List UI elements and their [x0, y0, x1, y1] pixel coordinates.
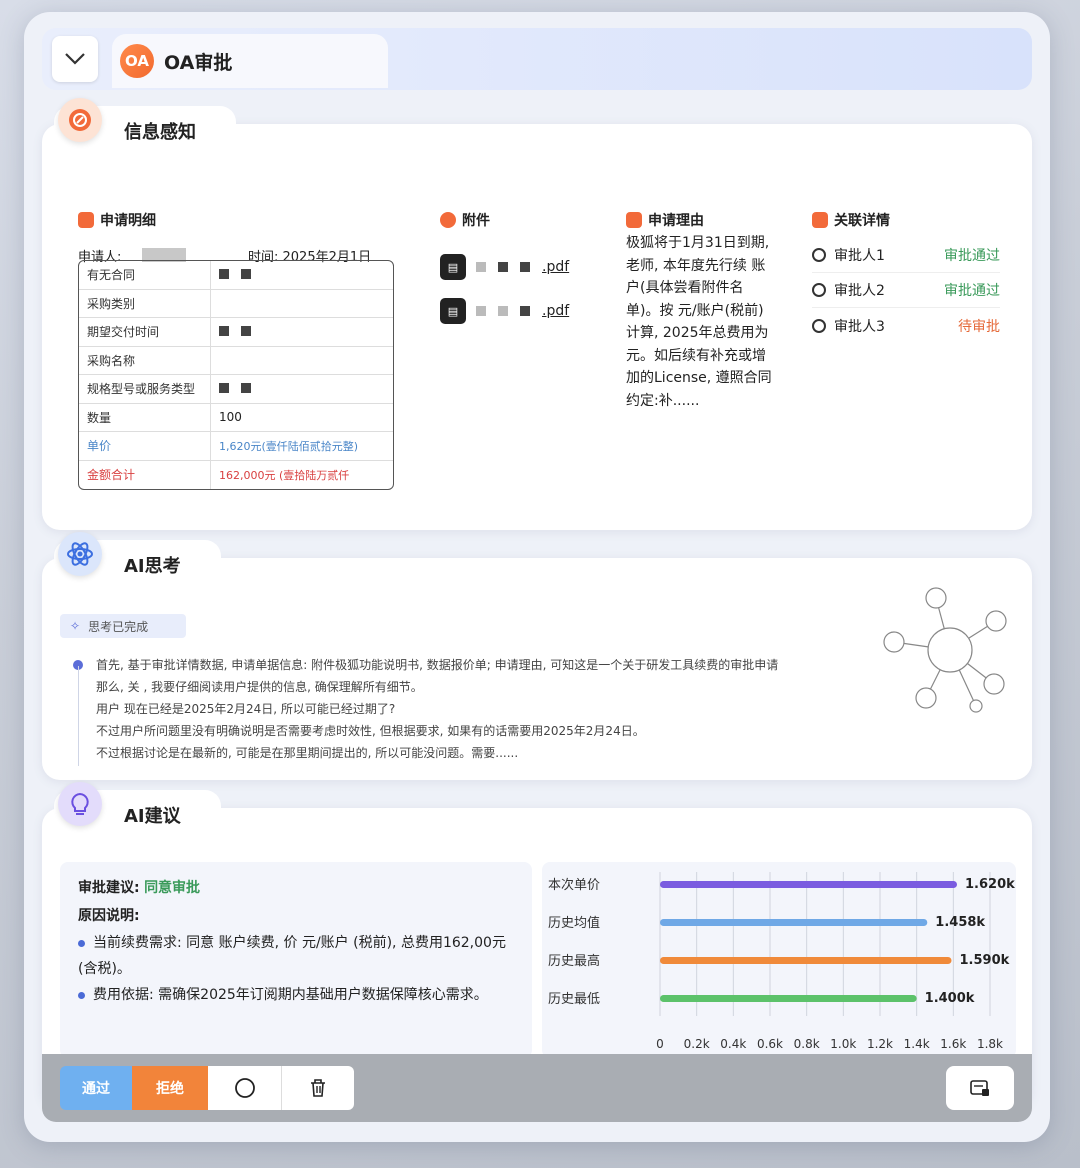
- timeline-line: [78, 666, 79, 766]
- x-tick-label: 1.6k: [940, 1037, 966, 1051]
- detail-table: 有无合同 采购类别 期望交付时间 采购名称 规格型号或服务类型 数量 100 单价…: [78, 260, 394, 490]
- document-icon: [78, 212, 94, 228]
- header-bar: OA OA审批: [42, 28, 1032, 90]
- bar: [660, 995, 917, 1002]
- table-row: 采购类别: [79, 289, 393, 318]
- table-row: 期望交付时间: [79, 318, 393, 347]
- link-icon: [812, 212, 828, 228]
- delete-button[interactable]: [282, 1066, 354, 1110]
- page-title: OA审批: [164, 51, 233, 74]
- table-row: 采购名称: [79, 346, 393, 375]
- verdict-value: 同意审批: [144, 880, 201, 896]
- lightbulb-icon: [58, 782, 102, 826]
- atom-icon: [58, 532, 102, 576]
- action-bar: 通过 拒绝: [42, 1054, 1032, 1122]
- attachment-file-1[interactable]: ▤ .pdf: [440, 254, 569, 280]
- x-tick-label: 1.2k: [867, 1037, 893, 1051]
- view-details-button[interactable]: [946, 1066, 1014, 1110]
- detail-heading: 申请明细: [78, 210, 156, 230]
- chevron-down-icon: [65, 53, 85, 65]
- person-icon: [812, 318, 826, 333]
- pdf-file-icon: ▤: [440, 298, 466, 324]
- oa-logo-icon: OA: [120, 44, 154, 78]
- category-label: 历史均值: [548, 915, 600, 931]
- approver-row[interactable]: 审批人3 待审批: [812, 308, 1000, 343]
- bar-chart: 0 0.2k 0.4k 0.6k 0.8k 1.0k 1.2k 1.4k 1.6k 1.8k 本次单…: [548, 872, 1015, 1051]
- value-label: 1.400k: [925, 991, 975, 1006]
- value-label: 1.590k: [960, 953, 1010, 968]
- table-row: 金额合计 162,000元 (壹拾陆万贰仟: [79, 460, 393, 489]
- document-view-icon: [970, 1080, 989, 1096]
- reject-button[interactable]: 拒绝: [132, 1066, 208, 1110]
- category-label: 历史最低: [548, 992, 600, 1007]
- network-graph-icon: [883, 587, 1007, 713]
- table-row: 数量 100: [79, 403, 393, 432]
- pdf-file-icon: ▤: [440, 254, 466, 280]
- oa-panel: OA OA审批 信息感知 申请明细 申请人: 时间: 2025年2月1日 有无合…: [24, 12, 1050, 1142]
- table-row: 规格型号或服务类型: [79, 375, 393, 404]
- bar: [660, 919, 928, 926]
- x-tick-label: 1.0k: [830, 1037, 856, 1051]
- collapse-button[interactable]: [52, 36, 98, 82]
- approver-row[interactable]: 审批人1 审批通过: [812, 238, 1000, 273]
- thinking-status-chip[interactable]: ✧ 思考已完成: [60, 614, 186, 638]
- circle-button[interactable]: [208, 1066, 282, 1110]
- trash-icon: [311, 1079, 325, 1097]
- list-item: 当前续费需求: 同意 账户续费, 价 元/账户 (税前), 总费用162,00元…: [78, 935, 506, 977]
- reason-text: 极狐将于1月31日到期, 老师, 本年度先行续 账户(具体尝看附件名单)。按 元…: [626, 235, 772, 409]
- x-tick-label: 0.8k: [794, 1037, 820, 1051]
- related-heading: 关联详情: [812, 210, 890, 230]
- approve-button[interactable]: 通过: [60, 1066, 132, 1110]
- price-comparison-chart: 0 0.2k 0.4k 0.6k 0.8k 1.0k 1.2k 1.4k 1.6k 1.8k 本次单…: [542, 862, 1016, 1058]
- person-icon: [812, 283, 826, 297]
- compass-icon: [58, 98, 102, 142]
- x-tick-label: 1.4k: [904, 1037, 930, 1051]
- sparkle-icon: ✧: [70, 619, 81, 633]
- suggestion-panel: 审批建议: 同意审批 原因说明: 当前续费需求: 同意 账户续费, 价 元/账户…: [60, 862, 532, 1058]
- reason-icon: [626, 212, 642, 228]
- bar: [660, 957, 952, 964]
- title-tab: OA OA审批: [112, 34, 388, 88]
- approval-status: 审批通过: [944, 283, 1000, 299]
- value-label: 1.620k: [965, 877, 1015, 892]
- category-label: 本次单价: [548, 877, 600, 893]
- value-label: 1.458k: [935, 915, 985, 930]
- attachments-heading: 附件: [440, 210, 490, 230]
- thinking-text: 首先, 基于审批详情数据, 申请单据信息: 附件极狐功能说明书, 数据报价单; …: [96, 658, 779, 760]
- info-card: 信息感知 申请明细 申请人: 时间: 2025年2月1日 有无合同 采购类别 期…: [42, 98, 1032, 530]
- x-tick-label: 0.6k: [757, 1037, 783, 1051]
- x-tick-label: 0.2k: [684, 1037, 710, 1051]
- circle-icon: [234, 1078, 255, 1098]
- ai-thinking-card: AI思考 ✧ 思考已完成 首先, 基于审批详情数据, 申请单据信息: 附件极狐功…: [42, 532, 1032, 780]
- approver-row[interactable]: 审批人2 审批通过: [812, 273, 1000, 308]
- table-row: 单价 1,620元(壹仟陆佰贰拾元整): [79, 432, 393, 461]
- x-tick-label: 1.8k: [977, 1037, 1003, 1051]
- table-row: 有无合同: [79, 261, 393, 290]
- attachment-file-2[interactable]: ▤ .pdf: [440, 298, 569, 324]
- x-tick-label: 0.4k: [720, 1037, 746, 1051]
- approval-status: 待审批: [958, 318, 1000, 335]
- approval-status: 审批通过: [944, 248, 1000, 264]
- reason-heading: 申请理由: [626, 210, 704, 230]
- category-label: 历史最高: [548, 953, 600, 969]
- bar: [660, 881, 957, 888]
- x-tick-label: 0: [656, 1037, 664, 1051]
- list-item: 费用依据: 需确保2025年订阅期内基础用户数据保障核心需求。: [78, 982, 528, 1008]
- paperclip-icon: [440, 212, 456, 228]
- person-icon: [812, 248, 826, 262]
